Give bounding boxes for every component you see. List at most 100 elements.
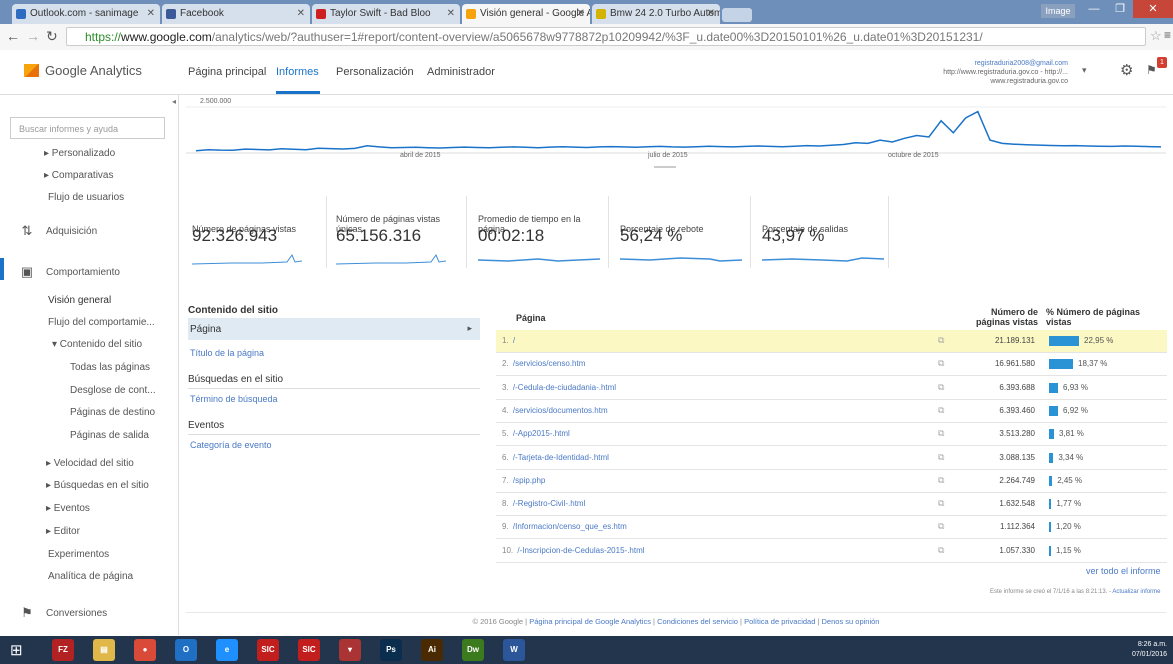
external-link-icon[interactable]: ⧉ (938, 405, 944, 416)
column-header-views[interactable]: Número de páginas vistas (970, 307, 1038, 327)
sic1-icon[interactable]: SIC (257, 639, 279, 661)
sidebar-item-vision-general[interactable]: Visión general (48, 295, 111, 306)
nav-home[interactable]: Página principal (188, 66, 266, 78)
metric-unique-pageviews[interactable]: Número de páginas vistas únicas 65.156.3… (336, 196, 467, 268)
column-header-page[interactable]: Página (516, 313, 546, 323)
sidebar-item-experimentos[interactable]: Experimentos (48, 549, 109, 560)
content-menu-selected[interactable]: Página ▸ (188, 318, 480, 340)
sidebar-item-desglose[interactable]: Desglose de cont... (70, 385, 156, 396)
gear-icon[interactable]: ⚙ (1120, 61, 1133, 79)
metric-bounce-rate[interactable]: Porcentaje de rebote 56,24 % (620, 196, 751, 268)
chevron-down-icon[interactable]: ▾ (1082, 65, 1087, 76)
sidebar-item-flujo-comportamiento[interactable]: Flujo del comportamie... (48, 317, 155, 328)
sidebar-item-contenido-sitio[interactable]: ▾ Contenido del sitio (52, 339, 142, 350)
menu-icon[interactable]: ≡ (1164, 28, 1171, 42)
link-page-title[interactable]: Título de la página (190, 348, 264, 358)
sidebar-item-busquedas[interactable]: ▸ Búsquedas en el sitio (46, 480, 149, 491)
page-link[interactable]: 8. /-Registro-Civil-.html (502, 499, 585, 508)
nav-admin[interactable]: Administrador (427, 66, 495, 78)
chrome-icon[interactable]: ● (134, 639, 156, 661)
sidebar-section-adquisicion[interactable]: ⇅ Adquisición (20, 223, 98, 239)
close-icon[interactable]: ✕ (447, 4, 455, 24)
app-icon[interactable]: ▾ (339, 639, 361, 661)
sidebar-section-conversiones[interactable]: ⚑ Conversiones (20, 605, 107, 621)
page-link[interactable]: 5. /-App2015-.html (502, 429, 570, 438)
url-field[interactable]: https://www.google.com/analytics/web/?au… (66, 27, 1146, 46)
filezilla-icon[interactable]: FZ (52, 639, 74, 661)
close-icon[interactable]: ✕ (297, 4, 305, 24)
close-window-icon[interactable]: ✕ (1133, 0, 1173, 18)
ga-logo[interactable]: Google Analytics (24, 63, 142, 78)
close-icon[interactable]: ✕ (147, 4, 155, 24)
reload-icon[interactable]: ↻ (46, 28, 58, 45)
back-icon[interactable]: ← (6, 28, 20, 44)
tab-analytics[interactable]: Visión general - Google A ✕ (462, 4, 590, 24)
page-link[interactable]: 4. /servicios/documentos.htm (502, 406, 608, 415)
page-link[interactable]: 2. /servicios/censo.htm (502, 359, 585, 368)
footer-link-feedback[interactable]: Denos su opinión (822, 617, 880, 626)
nav-reports[interactable]: Informes (276, 66, 319, 78)
close-icon[interactable]: ✕ (577, 4, 585, 24)
dreamweaver-icon[interactable]: Dw (462, 639, 484, 661)
maximize-icon[interactable]: ❐ (1107, 0, 1133, 18)
external-link-icon[interactable]: ⧉ (938, 382, 944, 393)
column-header-pct[interactable]: % Número de páginas vistas (1046, 307, 1167, 327)
outlook-icon[interactable]: O (175, 639, 197, 661)
close-icon[interactable]: ✕ (707, 4, 715, 24)
page-link[interactable]: 9. /Informacion/censo_que_es.htm (502, 522, 627, 531)
windows-start-icon[interactable]: ⊞ (10, 641, 23, 659)
sidebar-item-todas-paginas[interactable]: Todas las páginas (70, 362, 150, 373)
external-link-icon[interactable]: ⧉ (938, 335, 944, 346)
external-link-icon[interactable]: ⧉ (938, 521, 944, 532)
footer-link-home[interactable]: Página principal de Google Analytics (529, 617, 651, 626)
external-link-icon[interactable]: ⧉ (938, 358, 944, 369)
folder-icon[interactable]: ▤ (93, 639, 115, 661)
illustrator-icon[interactable]: Ai (421, 639, 443, 661)
sic2-icon[interactable]: SIC (298, 639, 320, 661)
page-link[interactable]: 10. /-Inscripcion-de-Cedulas-2015-.html (502, 546, 645, 555)
sidebar-search-input[interactable]: Buscar informes y ayuda (10, 117, 165, 139)
system-clock[interactable]: 8:26 a.m. 07/01/2016 (1132, 640, 1167, 660)
external-link-icon[interactable]: ⧉ (938, 452, 944, 463)
sidebar-section-comportamiento[interactable]: ▣ Comportamiento (20, 264, 120, 280)
forward-icon[interactable]: → (26, 28, 40, 44)
photoshop-icon[interactable]: Ps (380, 639, 402, 661)
sidebar-item-eventos[interactable]: ▸ Eventos (46, 503, 90, 514)
chart-resize-handle[interactable] (654, 166, 676, 168)
sidebar-item-velocidad[interactable]: ▸ Velocidad del sitio (46, 458, 134, 469)
external-link-icon[interactable]: ⧉ (938, 428, 944, 439)
sidebar-item-analitica[interactable]: Analítica de página (48, 571, 133, 582)
page-link[interactable]: 7. /spip.php (502, 476, 545, 485)
star-icon[interactable]: ☆ (1150, 28, 1162, 44)
metric-pageviews[interactable]: Número de páginas vistas 92.326.943 (192, 196, 327, 268)
link-event-category[interactable]: Categoría de evento (190, 440, 272, 450)
page-link[interactable]: 3. /-Cedula-de-ciudadania-.html (502, 383, 616, 392)
word-icon[interactable]: W (503, 639, 525, 661)
refresh-report-link[interactable]: Actualizar informe (1112, 589, 1160, 595)
metric-avg-time[interactable]: Promedio de tiempo en la página 00:02:18 (478, 196, 609, 268)
sidebar-item-flujo-usuarios[interactable]: Flujo de usuarios (48, 192, 124, 203)
footer-link-privacy[interactable]: Política de privacidad (744, 617, 815, 626)
sidebar-item-personalizado[interactable]: ▸ Personalizado (44, 148, 115, 159)
nav-customization[interactable]: Personalización (336, 66, 414, 78)
external-link-icon[interactable]: ⧉ (938, 545, 944, 556)
footer-link-terms[interactable]: Condiciones del servicio (657, 617, 738, 626)
tab-outlook[interactable]: Outlook.com - sanimage ✕ (12, 4, 160, 24)
image-button[interactable]: Image (1041, 4, 1075, 18)
page-link[interactable]: 1. / (502, 336, 515, 345)
new-tab-button[interactable] (722, 8, 752, 22)
account-selector[interactable]: registraduria2008@gmail.com http://www.r… (928, 59, 1068, 86)
notification-icon[interactable]: ⚑ (1146, 63, 1157, 77)
full-report-link[interactable]: ver todo el informe (1086, 566, 1161, 576)
link-search-term[interactable]: Término de búsqueda (190, 394, 278, 404)
tab-youtube[interactable]: Taylor Swift - Bad Bloo ✕ (312, 4, 460, 24)
sidebar-item-comparativas[interactable]: ▸ Comparativas (44, 170, 114, 181)
collapse-sidebar-icon[interactable]: ◂ (172, 97, 176, 106)
page-link[interactable]: 6. /-Tarjeta-de-Identidad-.html (502, 453, 609, 462)
sidebar-item-paginas-destino[interactable]: Páginas de destino (70, 407, 155, 418)
sidebar-item-paginas-salida[interactable]: Páginas de salida (70, 430, 149, 441)
sidebar-item-editor[interactable]: ▸ Editor (46, 526, 80, 537)
tab-facebook[interactable]: Facebook ✕ (162, 4, 310, 24)
metric-exit-rate[interactable]: Porcentaje de salidas 43,97 % (762, 196, 889, 268)
ie-icon[interactable]: e (216, 639, 238, 661)
